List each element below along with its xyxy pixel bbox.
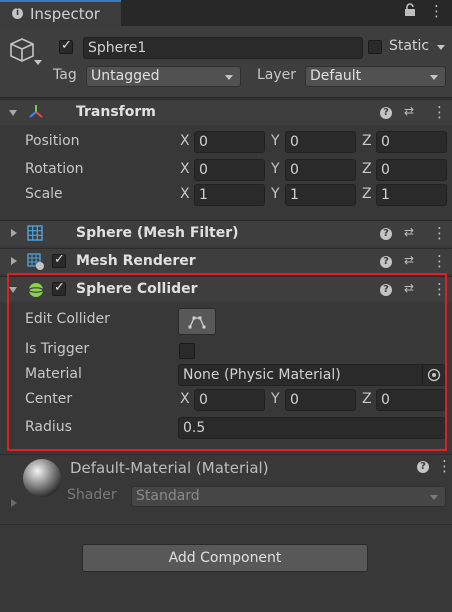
static-checkbox[interactable] — [368, 40, 382, 54]
foldout-closed-icon[interactable] — [11, 257, 17, 265]
transform-header[interactable]: Transform ? ⇄ ⋮ — [0, 99, 452, 125]
chevron-down-icon — [430, 75, 438, 80]
axis-x-label: X — [180, 161, 190, 177]
axis-y-label: Y — [271, 161, 280, 177]
inspector-tab-label: Inspector — [30, 5, 100, 23]
presets-icon[interactable]: ⇄ — [404, 225, 414, 239]
mesh-renderer-title: Mesh Renderer — [76, 253, 196, 269]
help-icon[interactable]: ? — [380, 107, 392, 119]
tag-value: Untagged — [91, 68, 160, 84]
scale-label: Scale — [25, 186, 63, 202]
axis-y-label: Y — [271, 133, 280, 149]
position-label: Position — [25, 133, 80, 149]
add-component-button[interactable]: Add Component — [82, 544, 368, 572]
axis-z-label: Z — [362, 186, 372, 202]
presets-icon[interactable]: ⇄ — [404, 253, 414, 267]
info-icon: i — [12, 8, 23, 19]
position-y-field[interactable]: 0 — [285, 131, 356, 153]
foldout-closed-icon[interactable] — [11, 499, 17, 507]
lock-icon[interactable] — [404, 3, 416, 21]
static-label: Static — [389, 38, 430, 54]
highlight-box — [7, 273, 447, 451]
chevron-down-icon — [430, 495, 438, 500]
shader-label: Shader — [67, 487, 117, 503]
mesh-filter-title: Sphere (Mesh Filter) — [76, 225, 239, 241]
kebab-menu-icon[interactable]: ⋮ — [432, 224, 447, 242]
axis-z-label: Z — [362, 161, 372, 177]
object-name-field[interactable]: Sphere1 — [83, 37, 363, 59]
help-icon[interactable]: ? — [417, 461, 429, 473]
gameobject-cube-icon[interactable] — [8, 36, 36, 68]
chevron-down-icon[interactable] — [34, 60, 42, 65]
shader-dropdown[interactable]: Standard — [131, 486, 446, 507]
axis-x-label: X — [180, 133, 190, 149]
kebab-menu-icon[interactable]: ⋮ — [429, 2, 444, 20]
mesh-renderer-icon — [27, 253, 45, 275]
kebab-menu-icon[interactable]: ⋮ — [437, 457, 452, 475]
rotation-y-field[interactable]: 0 — [285, 159, 356, 181]
active-checkbox[interactable] — [59, 38, 73, 54]
kebab-menu-icon[interactable]: ⋮ — [432, 103, 447, 121]
rotation-x-field[interactable]: 0 — [194, 159, 265, 181]
layer-dropdown[interactable]: Default — [305, 66, 446, 87]
inspector-tab[interactable]: i Inspector — [0, 0, 121, 26]
scale-y-field[interactable]: 1 — [285, 184, 356, 206]
material-title: Default-Material (Material) — [70, 459, 269, 477]
help-icon[interactable]: ? — [380, 228, 392, 240]
position-z-field[interactable]: 0 — [376, 131, 447, 153]
transform-title: Transform — [76, 104, 156, 120]
scale-x-field[interactable]: 1 — [194, 184, 265, 206]
divider — [0, 524, 452, 525]
divider — [0, 454, 452, 455]
mesh-grid-icon — [27, 225, 43, 245]
position-x-field[interactable]: 0 — [194, 131, 265, 153]
transform-icon — [28, 104, 44, 124]
foldout-closed-icon[interactable] — [11, 229, 17, 237]
inspector-tab-bar: i Inspector ⋮ — [0, 0, 452, 26]
material-preview-sphere — [22, 458, 62, 502]
static-dropdown-icon[interactable] — [437, 45, 445, 50]
rotation-label: Rotation — [25, 161, 84, 177]
shader-value: Standard — [136, 488, 200, 504]
axis-y-label: Y — [271, 186, 280, 202]
rotation-z-field[interactable]: 0 — [376, 159, 447, 181]
scale-z-field[interactable]: 1 — [376, 184, 447, 206]
mesh-filter-header[interactable]: Sphere (Mesh Filter) ? ⇄ ⋮ — [0, 220, 452, 246]
foldout-open-icon[interactable] — [9, 110, 17, 116]
help-icon[interactable]: ? — [380, 256, 392, 268]
kebab-menu-icon[interactable]: ⋮ — [432, 252, 447, 270]
tag-dropdown[interactable]: Untagged — [86, 66, 241, 87]
mesh-renderer-header[interactable]: Mesh Renderer ? ⇄ ⋮ — [0, 248, 452, 274]
chevron-down-icon — [225, 75, 233, 80]
presets-icon[interactable]: ⇄ — [404, 104, 414, 118]
axis-x-label: X — [180, 186, 190, 202]
layer-label: Layer — [257, 67, 297, 83]
layer-value: Default — [310, 68, 362, 84]
axis-z-label: Z — [362, 133, 372, 149]
mesh-renderer-enabled-checkbox[interactable] — [52, 252, 66, 268]
tag-label: Tag — [53, 67, 77, 83]
